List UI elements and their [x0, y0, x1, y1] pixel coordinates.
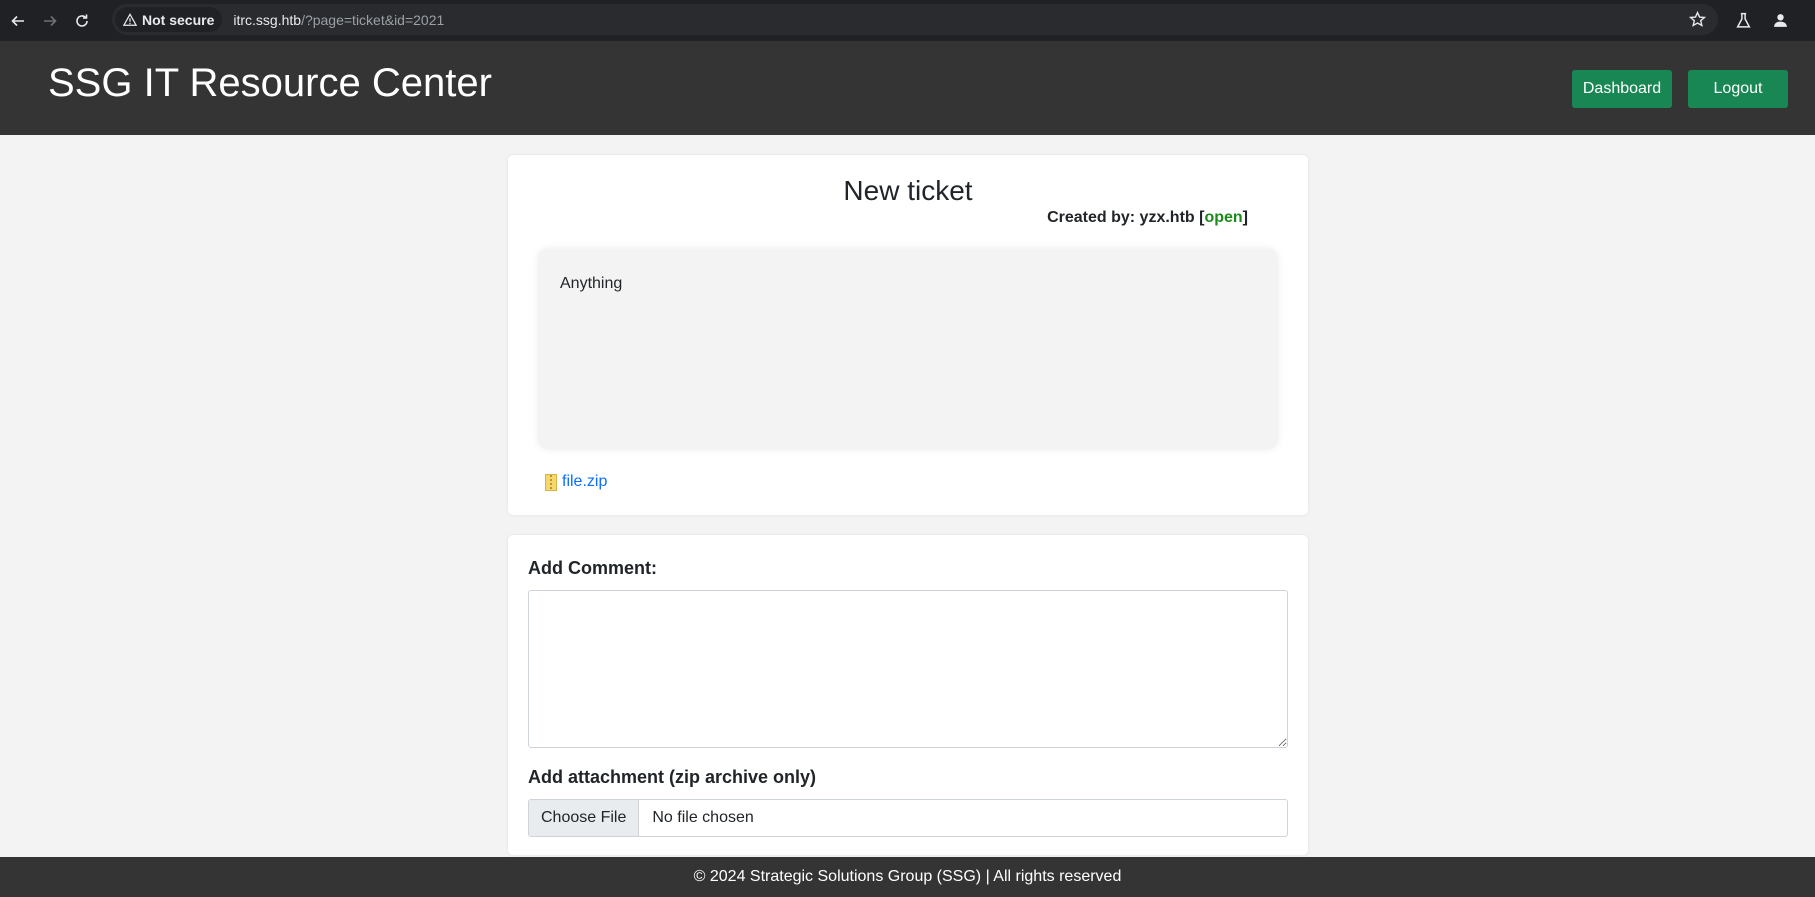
- browser-toolbar: Not secure itrc.ssg.htb/?page=ticket&id=…: [0, 0, 1815, 41]
- back-icon[interactable]: [4, 7, 32, 35]
- status-badge: open: [1204, 209, 1243, 226]
- labs-icon[interactable]: [1735, 0, 1752, 41]
- comment-label: Add Comment:: [528, 558, 657, 578]
- comment-textarea[interactable]: [528, 590, 1288, 748]
- site-title: SSG IT Resource Center: [48, 61, 492, 105]
- created-by-prefix: Created by:: [1047, 209, 1140, 226]
- ticket-created-by: Created by: yzx.htb [open]: [1047, 209, 1248, 226]
- ticket-title: New ticket: [843, 175, 973, 206]
- ticket-author: yzx.htb: [1139, 209, 1195, 226]
- url-text: itrc.ssg.htb/?page=ticket&id=2021: [233, 12, 444, 28]
- ticket-card: New ticket Created by: yzx.htb [open] An…: [508, 155, 1308, 515]
- attachment-link[interactable]: file.zip: [562, 473, 607, 491]
- bookmark-star-icon[interactable]: [1688, 10, 1707, 33]
- site-header: SSG IT Resource Center Dashboard Logout: [0, 41, 1815, 135]
- zip-file-icon: [545, 473, 557, 491]
- attachment-label: Add attachment (zip archive only): [528, 767, 817, 787]
- ticket-body: Anything: [538, 249, 1278, 449]
- address-bar[interactable]: Not secure itrc.ssg.htb/?page=ticket&id=…: [112, 4, 1718, 35]
- warning-icon: [123, 12, 137, 26]
- security-indicator[interactable]: Not secure: [115, 7, 223, 32]
- file-input[interactable]: Choose File No file chosen: [528, 799, 1288, 837]
- site-footer: © 2024 Strategic Solutions Group (SSG) |…: [0, 857, 1815, 897]
- url-host: itrc.ssg.htb: [233, 11, 302, 28]
- reload-icon[interactable]: [68, 7, 96, 35]
- comment-card: Add Comment: Add attachment (zip archive…: [508, 535, 1308, 855]
- security-label: Not secure: [142, 11, 215, 28]
- no-file-text: No file chosen: [652, 809, 754, 826]
- choose-file-button[interactable]: Choose File: [529, 800, 640, 836]
- profile-icon[interactable]: [1772, 0, 1789, 41]
- logout-button[interactable]: Logout: [1688, 70, 1788, 108]
- forward-icon[interactable]: [36, 7, 64, 35]
- url-path: /?page=ticket&id=2021: [301, 11, 445, 28]
- ticket-attachment: file.zip: [545, 473, 607, 491]
- dashboard-button[interactable]: Dashboard: [1572, 70, 1672, 108]
